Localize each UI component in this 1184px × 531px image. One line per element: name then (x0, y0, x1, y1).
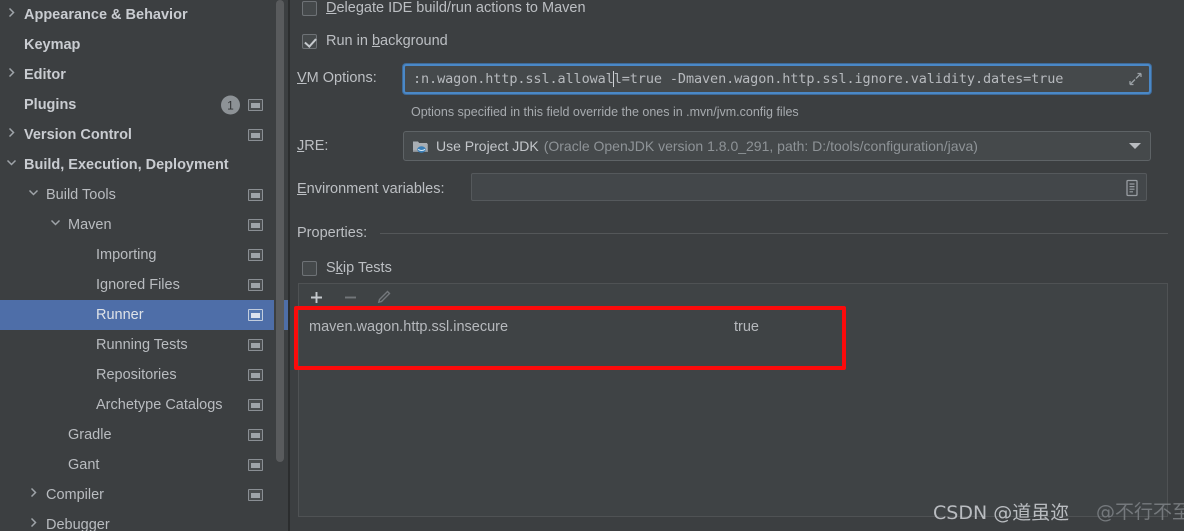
vm-options-value-after-caret: l=true -Dmaven.wagon.http.ssl.ignore.val… (613, 71, 1064, 87)
sidebar-item-label: Appearance & Behavior (24, 7, 188, 23)
watermark-primary: CSDN @道虽迩 (933, 502, 1070, 524)
sidebar-item-label: Repositories (96, 367, 177, 383)
run-in-background-checkbox[interactable] (302, 33, 317, 49)
chevron-right-icon[interactable] (6, 67, 22, 83)
sidebar-item-archetype-catalogs[interactable]: Archetype Catalogs (0, 390, 290, 420)
sidebar-item-label: Plugins (24, 97, 77, 113)
sidebar-item-running-tests[interactable]: Running Tests (0, 330, 290, 360)
sidebar-item-label: Maven (68, 217, 112, 233)
chevron-down-icon[interactable] (28, 187, 44, 203)
settings-modified-icon (248, 189, 263, 201)
sidebar-item-label: Build, Execution, Deployment (24, 157, 229, 173)
settings-modified-icon (248, 279, 263, 291)
settings-modified-icon (248, 99, 263, 111)
skip-tests-checkbox-row[interactable]: Skip Tests (302, 260, 392, 276)
vm-options-hint: Options specified in this field override… (411, 105, 799, 119)
add-property-button[interactable] (299, 284, 333, 310)
chevron-down-icon[interactable] (1129, 143, 1141, 149)
table-row[interactable]: maven.wagon.http.ssl.insecure true (299, 310, 1167, 344)
jre-value-detail: (Oracle OpenJDK version 1.8.0_291, path:… (543, 138, 978, 154)
remove-property-button[interactable] (333, 284, 367, 310)
sidebar-item-importing[interactable]: Importing (0, 240, 290, 270)
sidebar-item-label: Compiler (46, 487, 105, 503)
sidebar-item-label: Ignored Files (96, 277, 180, 293)
sidebar-item-runner[interactable]: Runner (0, 300, 290, 330)
sidebar-item-build-tools[interactable]: Build Tools (0, 180, 290, 210)
sidebar-item-maven[interactable]: Maven (0, 210, 290, 240)
run-in-background-checkbox-row[interactable]: Run in background (302, 33, 448, 49)
settings-modified-icon (248, 369, 263, 381)
sidebar-item-ignored-files[interactable]: Ignored Files (0, 270, 290, 300)
sidebar-scrollbar-thumb[interactable] (276, 0, 284, 462)
sidebar-item-editor[interactable]: Editor (0, 60, 290, 90)
sidebar-item-repositories[interactable]: Repositories (0, 360, 290, 390)
sidebar-item-keymap[interactable]: Keymap (0, 30, 290, 60)
sidebar-item-version-control[interactable]: Version Control (0, 120, 290, 150)
jdk-folder-icon (412, 139, 429, 154)
sidebar-item-plugins[interactable]: Plugins 1 (0, 90, 290, 120)
sidebar-item-label: Gradle (68, 427, 112, 443)
settings-modified-icon (248, 129, 263, 141)
delegate-ide-build-checkbox[interactable] (302, 0, 317, 16)
sidebar-item-label: Version Control (24, 127, 132, 143)
run-in-background-label: Run in background (326, 33, 448, 49)
settings-tree[interactable]: Appearance & Behavior Keymap Editor Plugins… (0, 0, 290, 531)
sidebar-item-gant[interactable]: Gant (0, 450, 290, 480)
expand-diagonal-icon[interactable] (1128, 72, 1143, 87)
chevron-down-icon[interactable] (50, 217, 66, 233)
chevron-down-icon[interactable] (6, 157, 22, 173)
vm-options-input[interactable]: :n.wagon.http.ssl.allowal l=true -Dmaven.… (403, 64, 1151, 94)
sidebar-item-build-execution-deployment[interactable]: Build, Execution, Deployment (0, 150, 290, 180)
skip-tests-label: Skip Tests (326, 260, 392, 276)
properties-table-toolbar[interactable] (298, 283, 1168, 310)
chevron-right-icon[interactable] (28, 517, 44, 531)
environment-variables-input[interactable] (471, 173, 1147, 201)
settings-sidebar[interactable]: Appearance & Behavior Keymap Editor Plugins… (0, 0, 290, 531)
sidebar-item-label: Gant (68, 457, 100, 473)
settings-dialog: Appearance & Behavior Keymap Editor Plugins… (0, 0, 1184, 531)
vm-options-label: VM Options: (297, 70, 377, 86)
jre-value: Use Project JDK (436, 138, 539, 154)
sidebar-item-label: Keymap (24, 37, 81, 53)
properties-table[interactable]: maven.wagon.http.ssl.insecure true (298, 310, 1168, 517)
sidebar-item-appearance-behavior[interactable]: Appearance & Behavior (0, 0, 290, 30)
settings-modified-icon (248, 459, 263, 471)
settings-modified-icon (248, 399, 263, 411)
settings-modified-icon (248, 489, 263, 501)
jre-combobox[interactable]: Use Project JDK (Oracle OpenJDK version … (403, 131, 1151, 161)
sidebar-item-label: Build Tools (46, 187, 116, 203)
sidebar-item-badge: 1 (221, 95, 240, 115)
sidebar-item-label: Archetype Catalogs (96, 397, 223, 413)
sidebar-item-compiler[interactable]: Compiler (0, 480, 290, 510)
skip-tests-checkbox[interactable] (302, 260, 317, 276)
edit-property-button[interactable] (367, 284, 401, 310)
sidebar-item-label: Runner (96, 307, 144, 323)
sidebar-item-label: Editor (24, 67, 66, 83)
delegate-ide-build-label: Delegate IDE build/run actions to Maven (326, 0, 586, 16)
property-value: true (734, 319, 759, 335)
chevron-right-icon[interactable] (6, 127, 22, 143)
sidebar-item-debugger[interactable]: Debugger (0, 510, 290, 531)
property-key: maven.wagon.http.ssl.insecure (309, 319, 509, 335)
settings-modified-icon (248, 339, 263, 351)
settings-modified-icon (248, 219, 263, 231)
sidebar-item-label: Running Tests (96, 337, 188, 353)
watermark-secondary: @不行不至 (1096, 501, 1184, 523)
jre-label: JRE: (297, 138, 329, 154)
maven-runner-panel: Delegate IDE build/run actions to Maven … (290, 0, 1184, 531)
vm-options-value-before-caret: :n.wagon.http.ssl.allowal (413, 71, 614, 87)
environment-variables-label: Environment variables: (297, 181, 445, 197)
sidebar-item-gradle[interactable]: Gradle (0, 420, 290, 450)
chevron-right-icon[interactable] (6, 7, 22, 23)
properties-section-divider (380, 233, 1168, 234)
chevron-right-icon[interactable] (28, 487, 44, 503)
settings-modified-icon (248, 249, 263, 261)
delegate-ide-build-checkbox-row[interactable]: Delegate IDE build/run actions to Maven (302, 0, 586, 16)
settings-modified-icon (248, 429, 263, 441)
document-list-icon[interactable] (1119, 175, 1145, 201)
properties-section-label: Properties: (297, 225, 368, 241)
settings-modified-icon (248, 309, 263, 321)
sidebar-item-label: Importing (96, 247, 157, 263)
sidebar-item-label: Debugger (46, 517, 110, 531)
